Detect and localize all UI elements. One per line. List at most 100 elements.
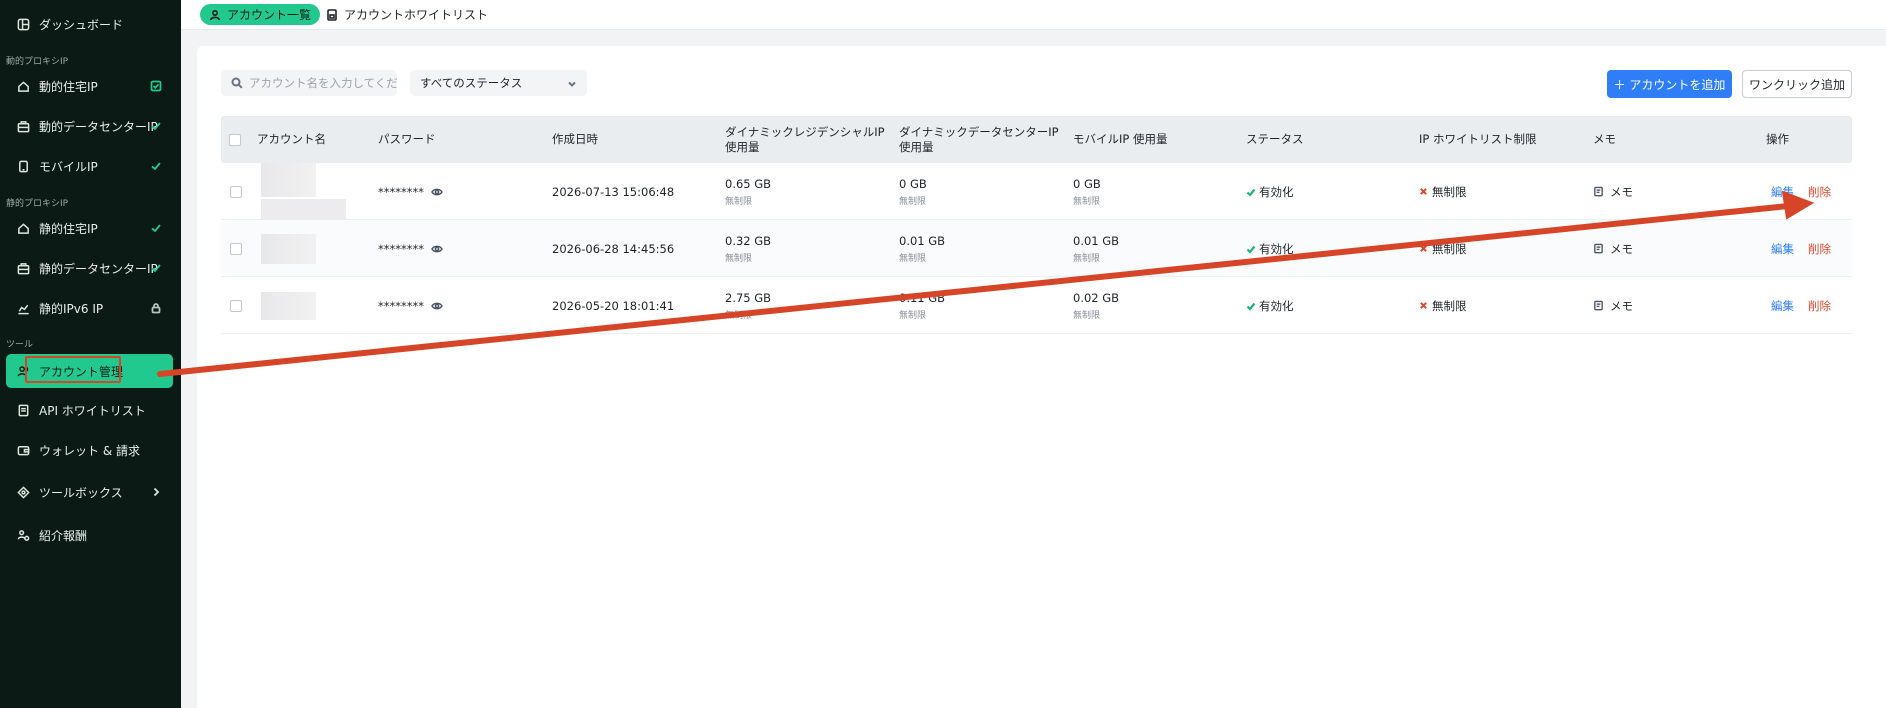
status-cell: 有効化 — [1246, 277, 1294, 334]
search-input[interactable] — [249, 76, 397, 90]
sidebar-item-wallet[interactable]: ウォレット & 請求 — [6, 434, 173, 466]
header-line: ダイナミックレジデンシャルIP — [725, 124, 885, 139]
header-line: 使用量 — [725, 139, 760, 154]
dynamic-datacenter-usage: 0.01 GB 無制限 — [899, 220, 945, 277]
sidebar-item-mobile[interactable]: モバイルIP — [6, 150, 173, 182]
memo-cell[interactable]: メモ — [1593, 163, 1633, 220]
close-icon — [1420, 302, 1427, 309]
note-icon — [1594, 243, 1603, 254]
tab-account-list[interactable]: アカウント一覧 — [200, 4, 321, 25]
sidebar-item-label: 静的データセンターIP — [39, 261, 158, 276]
password-cell: ******** — [378, 163, 443, 220]
user-icon — [210, 9, 220, 20]
add-account-button[interactable]: ＋ アカウントを追加 — [1607, 70, 1732, 98]
header-dynamic-residential: ダイナミックレジデンシャルIP 使用量 — [725, 116, 885, 163]
section-label-static: 静的プロキシIP — [6, 199, 69, 209]
table-row: ******** 2026-07-13 15:06:48 0.65 GB 無制限… — [221, 163, 1852, 220]
sidebar-item-label: ウォレット & 請求 — [39, 443, 140, 458]
whitelist-cell: 無制限 — [1419, 220, 1467, 277]
server-icon — [16, 261, 30, 275]
header-ip-whitelist: IP ホワイトリスト制限 — [1419, 132, 1537, 146]
dynamic-residential-usage: 0.65 GB 無制限 — [725, 163, 771, 220]
header-line: 使用量 — [899, 139, 934, 154]
document-lock-icon — [327, 8, 337, 21]
status-cell: 有効化 — [1246, 163, 1294, 220]
usage-value: 0 GB — [899, 176, 927, 191]
account-name-redacted — [261, 163, 346, 220]
row-select-cell — [230, 220, 242, 277]
status-filter-select[interactable]: すべてのステータス — [410, 70, 587, 96]
sidebar-item-referral[interactable]: 紹介報酬 — [6, 519, 173, 551]
sidebar-item-label: ダッシュボード — [39, 17, 124, 32]
search-box — [221, 70, 397, 96]
top-tab-bar: アカウント一覧 アカウントホワイトリスト — [181, 0, 1886, 30]
lock-icon — [149, 301, 163, 315]
created-cell: 2026-05-20 18:01:41 — [552, 298, 675, 313]
header-line: ダイナミックデータセンターIP — [899, 124, 1059, 139]
mobile-icon — [16, 159, 30, 173]
usage-value: 2.75 GB — [725, 290, 772, 305]
delete-link[interactable]: 削除 — [1808, 298, 1831, 314]
select-all-cell — [229, 116, 241, 163]
delete-link[interactable]: 削除 — [1808, 241, 1831, 257]
edit-link[interactable]: 編集 — [1771, 184, 1794, 200]
eye-icon[interactable] — [431, 186, 443, 198]
sidebar-item-api-whitelist[interactable]: API ホワイトリスト — [6, 394, 173, 426]
sidebar-item-static-ipv6[interactable]: 静的IPv6 IP — [6, 292, 173, 324]
sidebar-item-label: API ホワイトリスト — [39, 403, 146, 418]
chart-icon — [16, 301, 30, 315]
usage-limit: 無制限 — [899, 310, 927, 321]
usage-limit: 無制限 — [1073, 253, 1101, 264]
sidebar-item-label: 静的住宅IP — [39, 221, 98, 236]
usage-limit: 無制限 — [899, 196, 927, 207]
row-select-cell — [230, 163, 242, 220]
note-icon — [1594, 186, 1603, 197]
mobile-usage: 0.02 GB 無制限 — [1073, 277, 1119, 334]
header-memo: メモ — [1593, 132, 1616, 146]
one-click-add-button[interactable]: ワンクリック追加 — [1742, 70, 1852, 98]
document-icon — [16, 403, 30, 417]
annotation-highlight-box — [25, 356, 121, 383]
row-checkbox[interactable] — [230, 185, 242, 198]
status-value: 有効化 — [1259, 298, 1294, 313]
sidebar-item-toolbox[interactable]: ツールボックス — [6, 476, 173, 508]
sidebar-item-static-residential[interactable]: 静的住宅IP — [6, 212, 173, 244]
delete-link[interactable]: 削除 — [1808, 184, 1831, 200]
header-mobile: モバイルIP 使用量 — [1073, 132, 1168, 146]
memo-value: メモ — [1610, 241, 1633, 256]
sidebar-item-dynamic-residential[interactable]: 動的住宅IP — [6, 70, 173, 102]
actions-cell: 編集 削除 — [1771, 220, 1831, 277]
memo-cell[interactable]: メモ — [1593, 277, 1633, 334]
header-dynamic-datacenter: ダイナミックデータセンターIP 使用量 — [899, 116, 1059, 163]
usage-limit: 無制限 — [725, 310, 753, 321]
actions-cell: 編集 削除 — [1771, 277, 1831, 334]
search-icon — [231, 77, 243, 89]
eye-icon[interactable] — [431, 300, 443, 312]
sidebar-item-label: 動的データセンターIP — [39, 119, 158, 134]
memo-cell[interactable]: メモ — [1593, 220, 1633, 277]
sidebar-item-label: 静的IPv6 IP — [39, 301, 104, 316]
tab-account-whitelist[interactable]: アカウントホワイトリスト — [317, 4, 497, 25]
dashboard-icon — [16, 17, 30, 31]
table-header: アカウント名 パスワード 作成日時 ダイナミックレジデンシャルIP 使用量 ダイ… — [221, 116, 1852, 163]
sidebar-item-dynamic-datacenter[interactable]: 動的データセンターIP — [6, 110, 173, 142]
select-all-checkbox[interactable] — [229, 133, 241, 146]
password-cell: ******** — [378, 277, 443, 334]
password-cell: ******** — [378, 220, 443, 277]
row-checkbox[interactable] — [230, 299, 242, 312]
edit-link[interactable]: 編集 — [1771, 241, 1794, 257]
password-value: ******** — [378, 298, 424, 313]
usage-limit: 無制限 — [725, 253, 753, 264]
sidebar-item-label: 紹介報酬 — [39, 528, 88, 543]
whitelist-value: 無制限 — [1432, 298, 1467, 313]
tab-label: アカウントホワイトリスト — [344, 8, 489, 22]
chevron-right-icon — [149, 485, 163, 499]
usage-value: 0.01 GB — [899, 233, 946, 248]
sidebar-item-dashboard[interactable]: ダッシュボード — [6, 8, 173, 40]
edit-link[interactable]: 編集 — [1771, 298, 1794, 314]
sidebar-item-static-datacenter[interactable]: 静的データセンターIP — [6, 252, 173, 284]
eye-icon[interactable] — [431, 243, 443, 255]
created-cell: 2026-07-13 15:06:48 — [552, 184, 675, 199]
usage-value: 0.01 GB — [1073, 233, 1120, 248]
row-checkbox[interactable] — [230, 242, 242, 255]
